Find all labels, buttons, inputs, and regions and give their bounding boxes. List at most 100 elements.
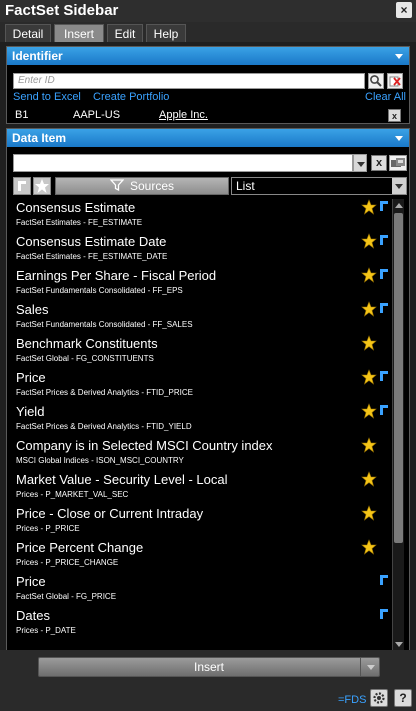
title-bar: FactSet Sidebar ×: [0, 0, 416, 22]
factset-f-icon: [380, 201, 388, 211]
data-item-source: FactSet Estimates - FE_ESTIMATE: [16, 218, 143, 227]
lookup-button[interactable]: [368, 73, 384, 89]
list-item[interactable]: Price FactSet Prices & Derived Analytics …: [13, 369, 389, 403]
sources-button[interactable]: Sources: [55, 177, 229, 195]
list-item[interactable]: Price Percent Change Prices - P_PRICE_CHA…: [13, 539, 389, 573]
identifier-panel: Identifier Enter ID Send to Excel Create…: [6, 46, 410, 124]
collapse-caret-icon[interactable]: [395, 136, 403, 141]
fds-link[interactable]: =FDS: [338, 694, 366, 706]
list-item[interactable]: Yield FactSet Prices & Derived Analytics …: [13, 403, 389, 437]
identifier-company-name[interactable]: Apple Inc.: [159, 109, 208, 121]
data-item-panel: Data Item x Sources List Consensus Estim…: [6, 128, 410, 652]
favorite-star-icon[interactable]: [361, 505, 377, 521]
tab-bar: Detail Insert Edit Help: [0, 22, 416, 42]
view-select[interactable]: List: [231, 177, 407, 195]
settings-button[interactable]: [370, 689, 388, 707]
tab-help[interactable]: Help: [146, 24, 186, 42]
scroll-down-arrow[interactable]: [395, 642, 403, 647]
send-to-excel-link[interactable]: Send to Excel: [13, 91, 81, 103]
identifier-input[interactable]: Enter ID: [13, 73, 365, 89]
insert-dropdown-button[interactable]: [360, 657, 380, 677]
data-item-name: Price - Close or Current Intraday: [16, 506, 204, 521]
filter-icon: [109, 179, 125, 192]
tools-icon: [391, 158, 405, 167]
list-item[interactable]: Benchmark Constituents FactSet Global - F…: [13, 335, 389, 369]
data-item-header-label: Data Item: [12, 131, 67, 145]
favorite-star-icon[interactable]: [361, 199, 377, 215]
sources-label: Sources: [129, 179, 175, 193]
data-item-search-input[interactable]: [13, 154, 353, 172]
data-item-name: Price: [16, 574, 46, 589]
list-item[interactable]: Price FactSet Global - FG_PRICE: [13, 573, 389, 607]
tab-detail[interactable]: Detail: [5, 24, 51, 42]
insert-label: Insert: [193, 660, 224, 674]
tab-edit[interactable]: Edit: [107, 24, 143, 42]
list-item[interactable]: Company is in Selected MSCI Country inde…: [13, 437, 389, 471]
data-item-name: Consensus Estimate Date: [16, 234, 167, 249]
scroll-up-arrow[interactable]: [395, 203, 403, 208]
list-item[interactable]: Price - Close or Current Intraday Prices …: [13, 505, 389, 539]
identifier-ticker: AAPL-US: [73, 109, 121, 121]
data-item-source: FactSet Fundamentals Consolidated - FF_S…: [16, 320, 193, 329]
data-item-header[interactable]: Data Item: [7, 129, 409, 147]
factset-f-icon: [380, 269, 388, 279]
data-item-name: Market Value - Security Level - Local: [16, 472, 228, 487]
scrollbar-thumb[interactable]: [394, 213, 403, 543]
options-button[interactable]: [389, 155, 407, 171]
clear-identifier-button[interactable]: [387, 73, 403, 89]
clear-search-button[interactable]: x: [371, 155, 387, 171]
create-portfolio-link[interactable]: Create Portfolio: [93, 91, 169, 103]
factset-filter-button[interactable]: [13, 177, 31, 195]
tab-insert[interactable]: Insert: [54, 24, 104, 42]
favorite-star-icon[interactable]: [361, 403, 377, 419]
list-item[interactable]: Earnings Per Share - Fiscal Period FactSe…: [13, 267, 389, 301]
data-item-list: Consensus Estimate FactSet Estimates - FE…: [13, 199, 389, 647]
favorite-star-icon[interactable]: [361, 233, 377, 249]
factset-f-icon: [380, 371, 388, 381]
view-select-dropdown[interactable]: [392, 178, 406, 194]
data-item-name: Price: [16, 370, 46, 385]
data-item-name: Company is in Selected MSCI Country inde…: [16, 438, 273, 453]
data-item-source: Prices - P_PRICE_CHANGE: [16, 558, 119, 567]
factset-f-icon: [380, 575, 388, 585]
favorite-star-icon[interactable]: [361, 369, 377, 385]
collapse-caret-icon[interactable]: [395, 54, 403, 59]
chevron-down-icon: [357, 162, 365, 167]
footer: =FDS ?: [0, 686, 416, 711]
data-item-source: Prices - P_MARKET_VAL_SEC: [16, 490, 129, 499]
data-item-name: Yield: [16, 404, 45, 419]
factset-f-icon: [380, 235, 388, 245]
help-button[interactable]: ?: [394, 689, 412, 707]
data-item-source: FactSet Estimates - FE_ESTIMATE_DATE: [16, 252, 168, 261]
list-scrollbar[interactable]: [392, 199, 404, 651]
gear-icon: [373, 692, 385, 704]
favorites-filter-button[interactable]: [33, 177, 51, 195]
remove-identifier-button[interactable]: x: [388, 109, 401, 122]
list-item[interactable]: Consensus Estimate FactSet Estimates - FE…: [13, 199, 389, 233]
data-item-source: FactSet Prices & Derived Analytics - FTI…: [16, 388, 193, 397]
search-dropdown-button[interactable]: [353, 154, 367, 172]
close-button[interactable]: ×: [396, 2, 412, 18]
favorite-star-icon[interactable]: [361, 471, 377, 487]
identifier-header-label: Identifier: [12, 49, 63, 63]
data-item-source: FactSet Prices & Derived Analytics - FTI…: [16, 422, 192, 431]
data-item-name: Earnings Per Share - Fiscal Period: [16, 268, 217, 283]
favorite-star-icon[interactable]: [361, 301, 377, 317]
data-item-name: Consensus Estimate: [16, 200, 136, 215]
list-item[interactable]: Consensus Estimate Date FactSet Estimates…: [13, 233, 389, 267]
list-item[interactable]: Sales FactSet Fundamentals Consolidated -…: [13, 301, 389, 335]
list-item[interactable]: Dates Prices - P_DATE: [13, 607, 389, 641]
clear-all-link[interactable]: Clear All: [365, 91, 406, 103]
chevron-down-icon: [367, 665, 375, 670]
favorite-star-icon[interactable]: [361, 539, 377, 555]
insert-bar: Insert: [0, 650, 416, 686]
list-item[interactable]: Market Value - Security Level - Local Pri…: [13, 471, 389, 505]
window-title: FactSet Sidebar: [5, 2, 119, 19]
favorite-star-icon[interactable]: [361, 267, 377, 283]
favorite-star-icon[interactable]: [361, 437, 377, 453]
identifier-header[interactable]: Identifier: [7, 47, 409, 65]
favorite-star-icon[interactable]: [361, 335, 377, 351]
insert-button[interactable]: Insert: [38, 657, 380, 677]
data-item-name: Price Percent Change: [16, 540, 144, 555]
factset-f-icon: [18, 181, 26, 191]
